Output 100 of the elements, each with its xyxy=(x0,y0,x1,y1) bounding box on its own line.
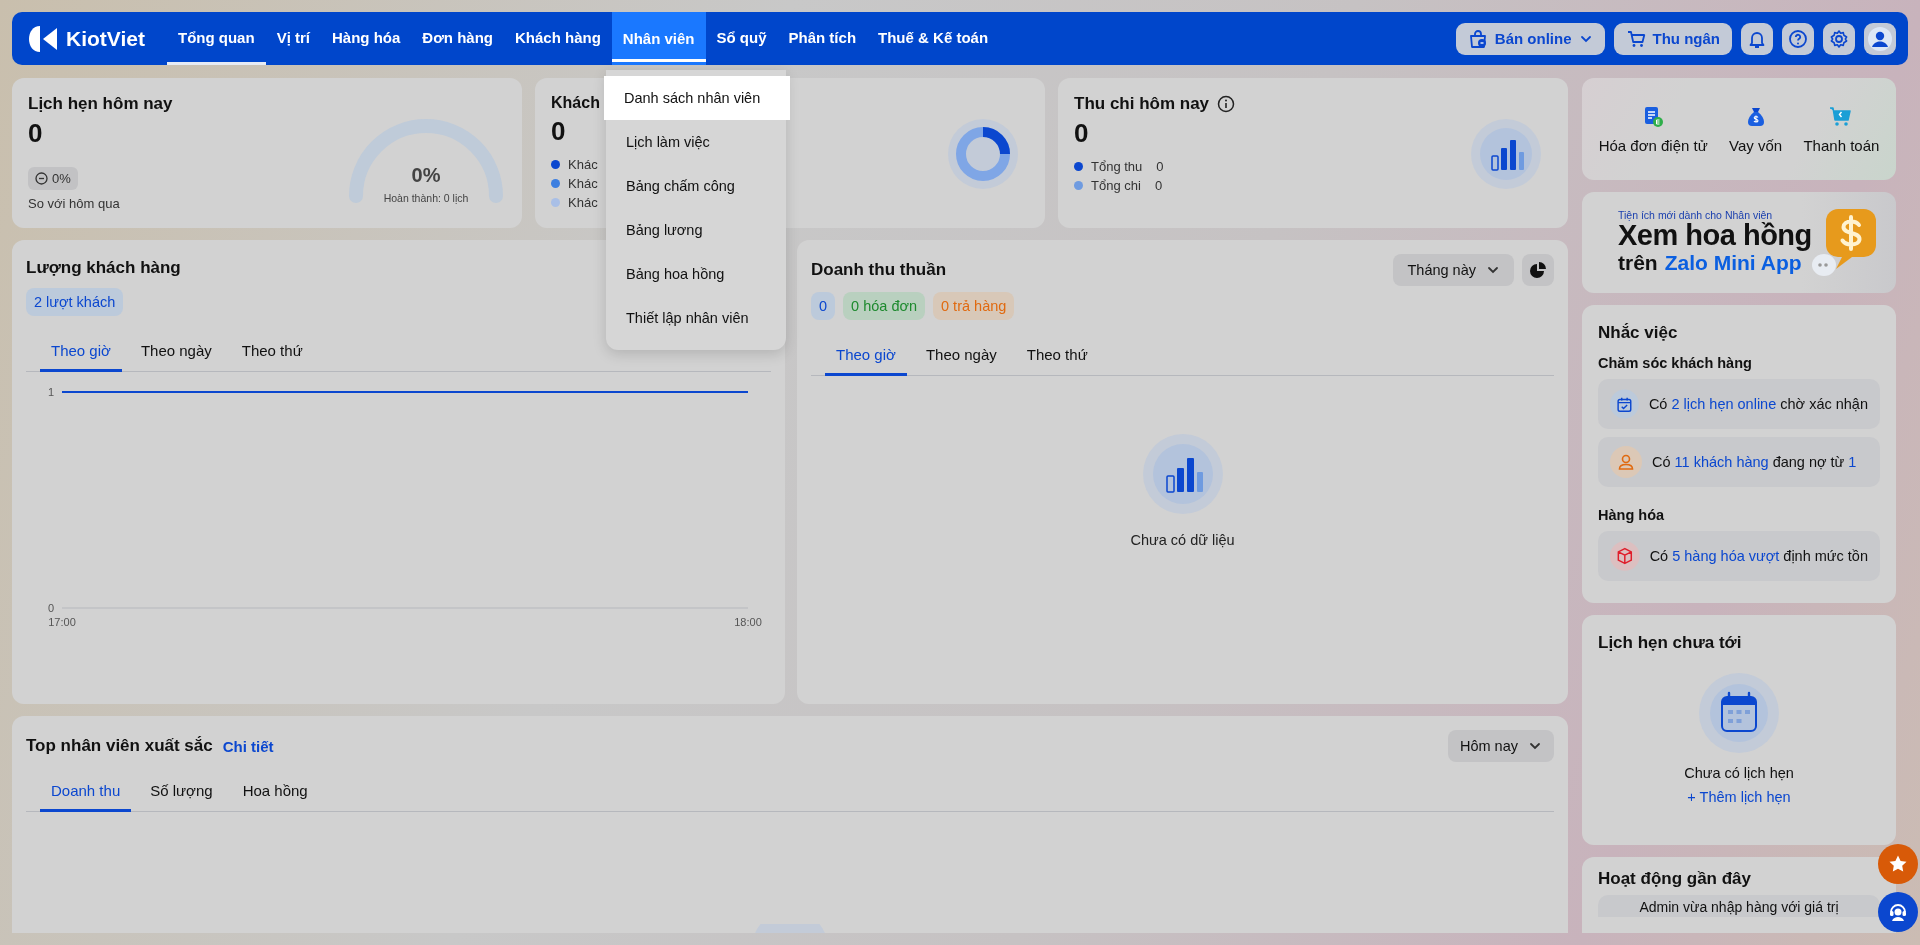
donut-chart-drawing xyxy=(947,118,1019,190)
nav-item[interactable]: Phân tích xyxy=(777,12,868,65)
calendar-check-icon xyxy=(1610,388,1639,420)
banner-headline: Xem hoa hồng xyxy=(1618,221,1812,251)
headset-icon xyxy=(1887,901,1909,923)
reminder-item[interactable]: Có 2 lịch hẹn online chờ xác nhận xyxy=(1598,379,1880,429)
info-icon xyxy=(1217,95,1236,113)
banner-subline: trên xyxy=(1618,250,1658,276)
cart-icon xyxy=(1625,28,1646,49)
menu-item[interactable]: Danh sách nhân viên xyxy=(604,76,790,120)
gauge-caption: Hoàn thành: 0 lịch xyxy=(382,192,470,204)
settings-icon xyxy=(1829,28,1849,49)
legend-label: Khác xyxy=(568,176,598,191)
stat-value: 0 xyxy=(551,116,567,147)
reminder-item[interactable]: Có 5 hàng hóa vượt định mức tồn xyxy=(1598,531,1880,581)
calendar-icon xyxy=(1699,673,1779,753)
reminder-link[interactable]: 1 xyxy=(1848,454,1857,470)
shop-bag-icon xyxy=(1467,28,1488,49)
group-heading: Chăm sóc khách hàng xyxy=(1598,355,1753,371)
bar-chart-icon xyxy=(1142,434,1223,514)
tab[interactable]: Theo giờ xyxy=(40,332,122,372)
menu-item[interactable]: Lịch làm việc xyxy=(606,120,786,164)
nav-item[interactable]: Hàng hóa xyxy=(320,12,412,65)
reminder-item[interactable]: Có 11 khách hàng đang nợ từ 1 xyxy=(1598,437,1880,487)
person-icon xyxy=(1610,446,1642,478)
settings-button[interactable] xyxy=(1823,22,1855,55)
nav-item[interactable]: Sổ quỹ xyxy=(705,12,778,65)
axis-label: 0 xyxy=(47,602,54,614)
avatar-icon xyxy=(1868,26,1892,51)
revenue-badge: 0 xyxy=(811,292,836,320)
tab[interactable]: Theo ngày xyxy=(914,336,1008,376)
compare-label: So với hôm qua xyxy=(28,196,121,211)
stat-value: 0 xyxy=(28,118,44,149)
cashier-button[interactable]: Thu ngân xyxy=(1613,22,1732,55)
gauge-percent: 0% xyxy=(410,164,442,187)
reminder-link[interactable]: 2 lịch hẹn online xyxy=(1671,396,1777,412)
card-title: Doanh thu thuần xyxy=(811,260,947,280)
nav-item[interactable]: Khách hàng xyxy=(504,12,612,65)
axis-label: 18:00 xyxy=(734,616,762,628)
banner-eyebrow: Tiện ích mới dành cho Nhân viên xyxy=(1618,209,1774,222)
period-dropdown[interactable]: Hôm nay xyxy=(1447,730,1554,762)
menu-item[interactable]: Thiết lập nhân viên xyxy=(606,296,786,340)
tab[interactable]: Theo ngày xyxy=(129,332,223,372)
visit-count-badge: 2 lượt khách xyxy=(26,288,124,316)
nav-item[interactable]: Thuế & Kế toán xyxy=(867,12,1000,65)
period-dropdown[interactable]: Tháng này xyxy=(1393,254,1514,286)
nav-item[interactable]: Đơn hàng xyxy=(411,12,504,65)
tab[interactable]: Theo thứ xyxy=(1015,336,1099,376)
help-button[interactable] xyxy=(1782,22,1814,55)
reminder-text: Có 11 khách hàng đang nợ từ 1 xyxy=(1652,454,1857,470)
legend-label: Tổng chi xyxy=(1091,178,1141,193)
nav-item[interactable]: Nhân viên xyxy=(611,12,706,65)
card-title: Lượng khách hàng xyxy=(26,258,181,278)
support-button[interactable] xyxy=(1878,892,1918,932)
card-title: Lịch hẹn hôm nay xyxy=(28,94,173,114)
shortcut-button[interactable]: Thanh toán xyxy=(1799,100,1884,158)
banner-app-name: Zalo Mini App xyxy=(1664,251,1802,276)
tab[interactable]: Hoa hồng xyxy=(231,772,319,812)
nav-item[interactable]: Vị trí xyxy=(265,12,321,65)
card-title: Nhắc việc xyxy=(1598,323,1678,343)
card-title: Hoạt động gần đây xyxy=(1598,869,1751,889)
nav-item[interactable]: Tổng quan xyxy=(166,12,266,65)
reminder-link[interactable]: 5 hàng hóa vượt xyxy=(1672,548,1780,564)
tab[interactable]: Doanh thu xyxy=(40,772,132,812)
axis-label: 1 xyxy=(47,386,54,398)
reminder-text: Có 5 hàng hóa vượt định mức tồn xyxy=(1649,548,1868,564)
axis-label: 17:00 xyxy=(48,616,76,628)
reminder-text: Có 2 lịch hẹn online chờ xác nhận xyxy=(1648,396,1868,412)
details-link[interactable]: Chi tiết xyxy=(222,737,274,755)
card-title: Lịch hẹn chưa tới xyxy=(1598,633,1742,653)
favorite-button[interactable] xyxy=(1878,844,1918,884)
shortcut-button[interactable]: Hóa đơn điện tử xyxy=(1594,100,1712,158)
legend-label: Khác xyxy=(568,195,598,210)
online-sales-button[interactable]: Bán online xyxy=(1455,22,1605,55)
tab[interactable]: Số lượng xyxy=(139,772,224,812)
reminder-link[interactable]: 11 khách hàng xyxy=(1674,454,1769,470)
legend-label: Tổng thu xyxy=(1091,159,1143,174)
tab[interactable]: Theo thứ xyxy=(230,332,314,372)
shopping-cart-icon xyxy=(1829,104,1854,129)
card-title: Thu chi hôm nay xyxy=(1074,94,1210,114)
menu-item[interactable]: Bảng chấm công xyxy=(606,164,786,208)
menu-item[interactable]: Bảng lương xyxy=(606,208,786,252)
menu-item[interactable]: Bảng hoa hồng xyxy=(606,252,786,296)
add-appointment-link[interactable]: + Thêm lịch hẹn xyxy=(1687,789,1791,805)
card-title: Top nhân viên xuất sắc xyxy=(26,736,213,756)
tab[interactable]: Theo giờ xyxy=(825,336,907,376)
account-button[interactable] xyxy=(1864,22,1896,55)
chart-type-button[interactable] xyxy=(1522,254,1554,286)
star-icon xyxy=(1888,854,1908,874)
bar-chart-icon xyxy=(1470,118,1542,190)
stat-value: 0 xyxy=(1074,118,1090,149)
return-count-badge: 0 trả hàng xyxy=(933,292,1015,320)
invoice-count-badge: 0 hóa đơn xyxy=(843,292,926,320)
logo-icon xyxy=(28,24,58,53)
group-heading: Hàng hóa xyxy=(1598,507,1666,523)
cube-icon xyxy=(1610,540,1640,572)
logo-text: KiotViet xyxy=(66,26,145,51)
minus-circle-icon xyxy=(35,172,48,185)
shortcut-button[interactable]: Vay vốn xyxy=(1725,100,1787,158)
notification-button[interactable] xyxy=(1741,22,1773,55)
